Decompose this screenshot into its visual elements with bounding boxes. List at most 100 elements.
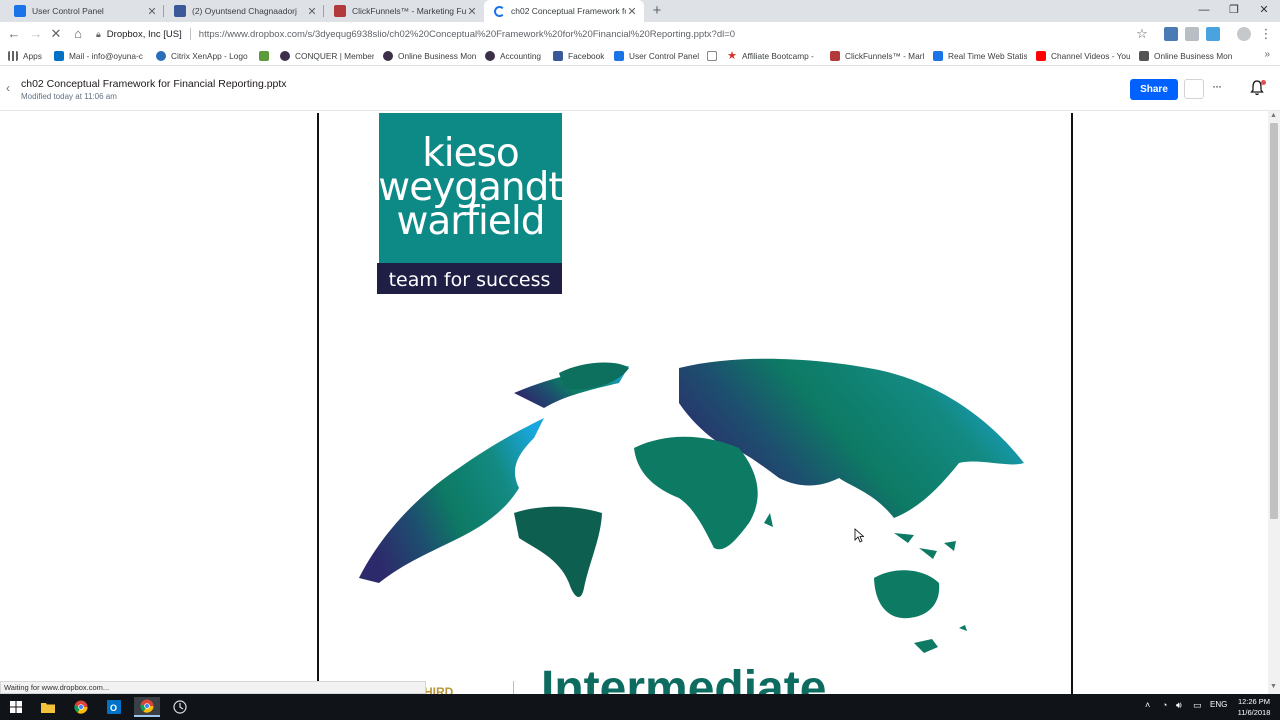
- youtube-icon: [1036, 51, 1046, 61]
- extension-icon[interactable]: [1185, 27, 1199, 41]
- forward-button[interactable]: →: [26, 24, 46, 44]
- clickfunnels-icon: [830, 51, 840, 61]
- outlook-icon[interactable]: O: [101, 697, 127, 717]
- bookmark-label: Online Business Mon: [398, 51, 477, 61]
- tab-title: ClickFunnels™ - Marketing Funnels: [352, 6, 466, 16]
- bookmark-mail[interactable]: Mail - info@oyuna-c: [54, 49, 146, 63]
- back-button[interactable]: ←: [4, 24, 24, 44]
- home-button[interactable]: ⌂: [68, 24, 88, 44]
- profile-avatar-icon[interactable]: [1237, 27, 1251, 41]
- tab-dropbox-active[interactable]: ch02 Conceptual Framework for ✕: [484, 0, 644, 22]
- logo-line: warfield: [396, 199, 546, 244]
- outlook-icon: [54, 51, 64, 61]
- share-button[interactable]: Share: [1130, 79, 1178, 100]
- site-icon: [1139, 51, 1149, 61]
- close-window-button[interactable]: ✕: [1248, 0, 1280, 22]
- chrome-menu-icon[interactable]: ⋮: [1256, 24, 1276, 44]
- scroll-up-arrow-icon[interactable]: ▲: [1270, 112, 1277, 119]
- bookmark-online-business[interactable]: Online Business Mon: [383, 49, 477, 63]
- show-hidden-icons-chevron-icon[interactable]: ˄: [1145, 700, 1150, 710]
- bookmark-label: CONQUER | Member: [295, 51, 374, 61]
- left-pane: [0, 111, 134, 694]
- close-tab-icon[interactable]: ✕: [306, 5, 318, 18]
- slide-page: kieso weygandt warfield team for success: [317, 113, 1073, 694]
- more-bookmarks-chevron-icon[interactable]: »: [1264, 49, 1270, 60]
- scroll-down-arrow-icon[interactable]: ▼: [1270, 683, 1277, 690]
- bookmark-accounting[interactable]: Accounting: [485, 49, 541, 63]
- restore-button[interactable]: ❐: [1218, 0, 1250, 22]
- close-tab-icon[interactable]: ✕: [146, 5, 158, 18]
- address-bar[interactable]: 🔒︎ Dropbox, Inc [US] https://www.dropbox…: [96, 24, 1160, 44]
- file-explorer-icon[interactable]: [35, 697, 61, 717]
- bookmark-affiliate-bootcamp[interactable]: ★ Affiliate Bootcamp -: [727, 49, 817, 63]
- bookmark-page[interactable]: [707, 49, 719, 63]
- back-chevron-icon[interactable]: ‹: [6, 81, 10, 95]
- bookmark-conquer[interactable]: CONQUER | Member: [280, 49, 374, 63]
- clock-date: 11/6/2018: [1237, 708, 1271, 717]
- bookmark-label: ClickFunnels™ - Marl: [845, 51, 924, 61]
- site-identity[interactable]: Dropbox, Inc [US]: [107, 29, 182, 40]
- open-button[interactable]: [1184, 79, 1204, 99]
- app-clock-icon[interactable]: [167, 697, 193, 717]
- bookmark-star-icon[interactable]: ☆: [1132, 24, 1152, 44]
- chrome-icon[interactable]: [68, 697, 94, 717]
- bookmark-clickfunnels[interactable]: ClickFunnels™ - Marl: [830, 49, 924, 63]
- logo-tagline: team for success: [377, 263, 562, 294]
- scrollbar-thumb[interactable]: [1270, 123, 1278, 519]
- mouse-cursor-icon: [854, 528, 864, 543]
- bookmark-citrix[interactable]: Citrix XenApp - Logo: [156, 49, 248, 63]
- vertical-scrollbar[interactable]: ▲ ▼: [1268, 111, 1280, 694]
- bookmark-label: Online Business Mon: [1154, 51, 1233, 61]
- publisher-logo: kieso weygandt warfield: [378, 113, 564, 263]
- bookmark-facebook[interactable]: Facebook: [553, 49, 604, 63]
- bookmark-real-time-stats[interactable]: Real Time Web Statis: [933, 49, 1027, 63]
- new-tab-button[interactable]: +: [648, 2, 666, 20]
- tab-clickfunnels[interactable]: ClickFunnels™ - Marketing Funnels ✕: [324, 0, 484, 22]
- edition-text: HIRD: [424, 685, 454, 694]
- notification-badge: [1261, 80, 1266, 85]
- chrome-active-icon[interactable]: [134, 697, 160, 717]
- tab-title: User Control Panel: [32, 6, 104, 16]
- more-options-button[interactable]: ···: [1212, 79, 1222, 93]
- browser-toolbar: ← → ✕ ⌂ 🔒︎ Dropbox, Inc [US] https://www…: [0, 22, 1280, 46]
- url-text[interactable]: https://www.dropbox.com/s/3dyequg6938sli…: [199, 29, 735, 40]
- stop-loading-button[interactable]: ✕: [46, 24, 66, 44]
- omnibox-separator: [189, 28, 191, 40]
- conquer-icon: [280, 51, 290, 61]
- bookmark-shopify[interactable]: [259, 49, 271, 63]
- language-indicator[interactable]: ENG: [1210, 700, 1227, 709]
- close-tab-icon[interactable]: ✕: [466, 5, 478, 18]
- page-icon: [707, 51, 717, 61]
- bookmark-label: Mail - info@oyuna-c: [69, 51, 143, 61]
- minimize-button[interactable]: —: [1188, 0, 1220, 22]
- bookmark-label: Citrix XenApp - Logo: [171, 51, 248, 61]
- bookmark-label: Accounting: [500, 51, 542, 61]
- bookmark-label: Facebook: [568, 51, 605, 61]
- star-icon: ★: [727, 50, 737, 62]
- bookmark-label: Apps: [23, 51, 42, 61]
- lock-icon: 🔒︎: [96, 28, 101, 39]
- file-preview-area: kieso weygandt warfield team for success: [0, 111, 1280, 694]
- file-name: ch02 Conceptual Framework for Financial …: [21, 78, 287, 90]
- system-clock[interactable]: 12:26 PM 11/6/2018: [1234, 696, 1274, 718]
- bookmark-channel-videos[interactable]: Channel Videos - You: [1036, 49, 1130, 63]
- browser-tab-strip: User Control Panel ✕ (2) Oyuntsend Chagn…: [0, 0, 1280, 22]
- facebook-icon: [553, 51, 563, 61]
- notification-center-icon[interactable]: ▭: [1193, 700, 1202, 711]
- bookmark-apps[interactable]: Apps: [8, 49, 42, 63]
- facebook-icon: [174, 5, 186, 17]
- close-tab-icon[interactable]: ✕: [626, 5, 638, 18]
- network-icon[interactable]: ◔: [1162, 700, 1167, 710]
- loading-spinner-icon: [494, 5, 505, 17]
- extension-icon[interactable]: [1206, 27, 1220, 41]
- tab-facebook-profile[interactable]: (2) Oyuntsend Chagnaadorj ✕: [164, 0, 324, 22]
- site-icon: [383, 51, 393, 61]
- extension-icon[interactable]: [1164, 27, 1178, 41]
- bookmark-user-control-panel[interactable]: User Control Panel: [614, 49, 699, 63]
- tab-title: ch02 Conceptual Framework for: [511, 6, 626, 16]
- clock-time: 12:26 PM: [1237, 697, 1271, 706]
- volume-icon[interactable]: 🔊︎: [1176, 700, 1182, 711]
- tab-user-control-panel[interactable]: User Control Panel ✕: [4, 0, 164, 22]
- start-windows-icon[interactable]: [3, 697, 29, 717]
- bookmark-online-business-2[interactable]: Online Business Mon: [1139, 49, 1233, 63]
